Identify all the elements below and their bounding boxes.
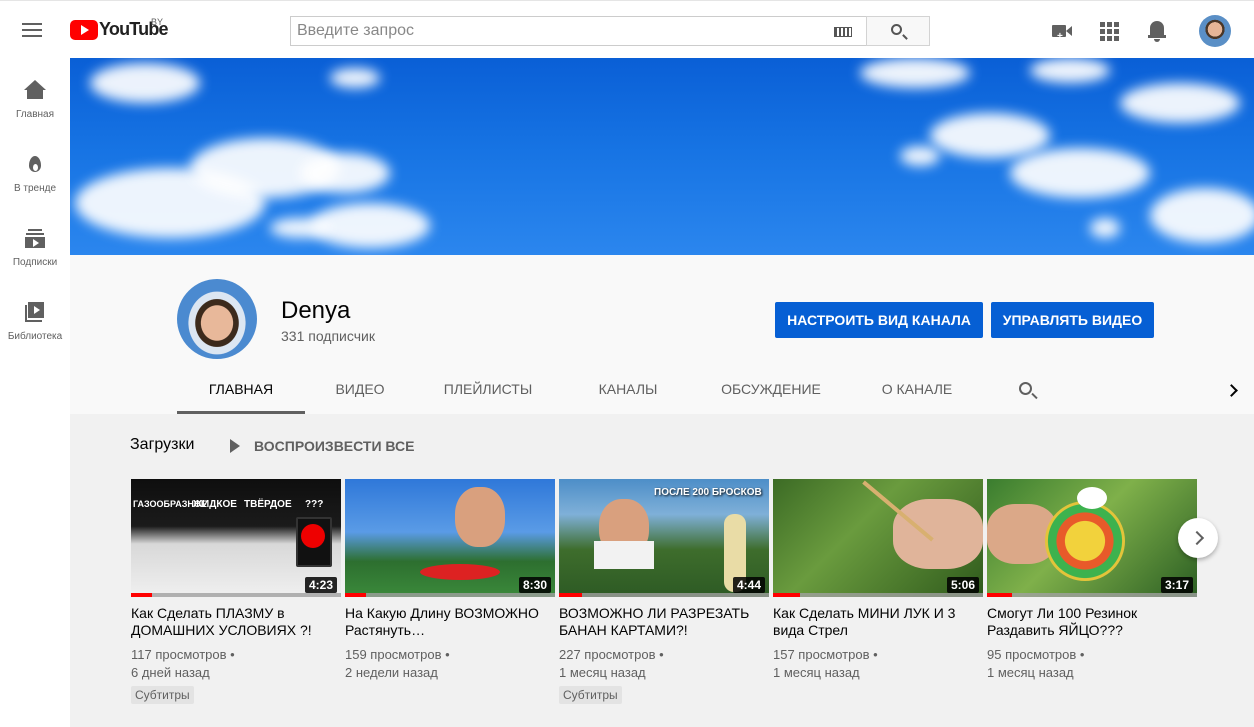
thumbnail-text: ???	[305, 499, 324, 510]
video-duration: 4:44	[732, 577, 765, 593]
video-duration: 3:17	[1160, 577, 1193, 593]
thumbnail-text: ПОСЛЕ 200 БРОСКОВ	[654, 487, 762, 498]
fire-icon	[24, 154, 46, 176]
sidebar-item-label: Библиотека	[7, 331, 63, 342]
video-title[interactable]: ВОЗМОЖНО ЛИ РАЗРЕЗАТЬ БАНАН КАРТАМИ?!	[559, 605, 769, 639]
video-thumbnail[interactable]: 3:17	[987, 479, 1197, 597]
channel-name: Denya	[281, 297, 351, 324]
play-icon	[230, 439, 240, 453]
next-arrow-button[interactable]	[1178, 518, 1218, 558]
play-all-button[interactable]: ВОСПРОИЗВЕСТИ ВСЕ	[230, 436, 414, 456]
top-bar: YouTube BY +	[0, 0, 1254, 58]
search-icon	[891, 24, 902, 35]
video-meta: 157 просмотров • 1 месяц назад	[773, 647, 878, 680]
logo-region: BY	[151, 17, 164, 27]
video-views: 227 просмотров	[559, 647, 656, 662]
watch-progress	[987, 593, 1197, 597]
tab-channels[interactable]: КАНАЛЫ	[588, 366, 668, 414]
video-meta: 227 просмотров • 1 месяц назад	[559, 647, 664, 680]
video-age: 1 месяц назад	[987, 665, 1074, 680]
sidebar-item-home[interactable]: Главная	[0, 58, 70, 132]
video-card[interactable]: ПОСЛЕ 200 БРОСКОВ 4:44 ВОЗМОЖНО ЛИ РАЗРЕ…	[559, 479, 769, 704]
video-title[interactable]: На Какую Длину ВОЗМОЖНО Растянуть…	[345, 605, 555, 639]
search-button[interactable]	[866, 16, 930, 46]
video-age: 2 недели назад	[345, 665, 438, 680]
channel-avatar[interactable]	[177, 279, 257, 359]
watch-progress	[773, 593, 983, 597]
channel-banner	[70, 58, 1254, 255]
video-age: 1 месяц назад	[559, 665, 646, 680]
video-meta: 159 просмотров • 2 недели назад	[345, 647, 450, 680]
video-card[interactable]: 5:06 Как Сделать МИНИ ЛУК И 3 вида Стрел…	[773, 479, 983, 682]
video-thumbnail[interactable]: 5:06	[773, 479, 983, 597]
sidebar-item-label: Подписки	[12, 257, 58, 268]
shelf-title[interactable]: Загрузки	[130, 436, 194, 454]
uploads-shelf: Загрузки ВОСПРОИЗВЕСТИ ВСЕ ГАЗООБРАЗНОЕ …	[70, 414, 1254, 727]
tab-home[interactable]: ГЛАВНАЯ	[177, 366, 305, 414]
video-meta: 95 просмотров • 1 месяц назад	[987, 647, 1085, 680]
video-age: 1 месяц назад	[773, 665, 860, 680]
youtube-play-icon	[70, 19, 98, 40]
tab-playlists[interactable]: ПЛЕЙЛИСТЫ	[439, 366, 537, 414]
subtitles-badge: Субтитры	[131, 686, 194, 704]
video-thumbnail[interactable]: ПОСЛЕ 200 БРОСКОВ 4:44	[559, 479, 769, 597]
bell-icon[interactable]	[1146, 19, 1170, 43]
video-views: 117 просмотров	[131, 647, 227, 662]
search-box	[290, 16, 866, 46]
video-views: 95 просмотров	[987, 647, 1077, 662]
video-title[interactable]: Как Сделать ПЛАЗМУ в ДОМАШНИХ УСЛОВИЯХ ?…	[131, 605, 341, 639]
customize-channel-button[interactable]: НАСТРОИТЬ ВИД КАНАЛА	[775, 302, 983, 338]
channel-header: Denya 331 подписчик НАСТРОИТЬ ВИД КАНАЛА…	[70, 255, 1254, 414]
manage-videos-button[interactable]: УПРАВЛЯТЬ ВИДЕО	[991, 302, 1154, 338]
video-card[interactable]: 3:17 Смогут Ли 100 Резинок Раздавить ЯЙЦ…	[987, 479, 1197, 682]
watch-progress	[559, 593, 769, 597]
thumbnail-text: ЖИДКОЕ	[193, 499, 237, 510]
library-icon	[24, 302, 46, 324]
home-icon	[24, 80, 46, 102]
chevron-right-icon[interactable]	[1226, 382, 1240, 400]
avatar[interactable]	[1199, 15, 1231, 47]
video-title[interactable]: Смогут Ли 100 Резинок Раздавить ЯЙЦО???	[987, 605, 1197, 639]
subscriber-count: 331 подписчик	[281, 328, 375, 344]
video-camera-icon[interactable]: +	[1050, 19, 1074, 43]
sidebar-item-library[interactable]: Библиотека	[0, 280, 70, 354]
video-views: 157 просмотров	[773, 647, 870, 662]
tab-discussion[interactable]: ОБСУЖДЕНИЕ	[716, 366, 826, 414]
video-card[interactable]: 8:30 На Какую Длину ВОЗМОЖНО Растянуть… …	[345, 479, 555, 682]
video-card[interactable]: ГАЗООБРАЗНОЕ ЖИДКОЕ ТВЁРДОЕ ??? 4:23 Как…	[131, 479, 341, 704]
tab-videos[interactable]: ВИДЕО	[328, 366, 392, 414]
video-age: 6 дней назад	[131, 665, 210, 680]
video-duration: 5:06	[946, 577, 979, 593]
sidebar-item-subscriptions[interactable]: Подписки	[0, 206, 70, 280]
sidebar: Главная В тренде Подписки Библиотека	[0, 58, 70, 727]
play-all-label: ВОСПРОИЗВЕСТИ ВСЕ	[254, 438, 415, 454]
apps-icon[interactable]	[1098, 19, 1122, 43]
search-input[interactable]	[291, 17, 811, 45]
subscriptions-icon	[24, 228, 46, 250]
channel-search-icon[interactable]	[1019, 382, 1037, 400]
menu-icon[interactable]	[22, 20, 46, 40]
subtitles-badge: Субтитры	[559, 686, 622, 704]
video-duration: 4:23	[304, 577, 337, 593]
tab-about[interactable]: О КАНАЛЕ	[877, 366, 957, 414]
video-meta: 117 просмотров • 6 дней назад	[131, 647, 235, 680]
video-views: 159 просмотров	[345, 647, 442, 662]
keyboard-icon[interactable]	[834, 27, 852, 37]
sidebar-item-label: Главная	[15, 109, 55, 120]
video-thumbnail[interactable]: 8:30	[345, 479, 555, 597]
thumbnail-text: ТВЁРДОЕ	[244, 499, 292, 510]
sidebar-item-trending[interactable]: В тренде	[0, 132, 70, 206]
video-thumbnail[interactable]: ГАЗООБРАЗНОЕ ЖИДКОЕ ТВЁРДОЕ ??? 4:23	[131, 479, 341, 597]
youtube-logo[interactable]: YouTube BY	[70, 17, 169, 40]
watch-progress	[131, 593, 341, 597]
watch-progress	[345, 593, 555, 597]
sidebar-item-label: В тренде	[13, 183, 57, 194]
video-duration: 8:30	[518, 577, 551, 593]
video-title[interactable]: Как Сделать МИНИ ЛУК И 3 вида Стрел	[773, 605, 983, 639]
